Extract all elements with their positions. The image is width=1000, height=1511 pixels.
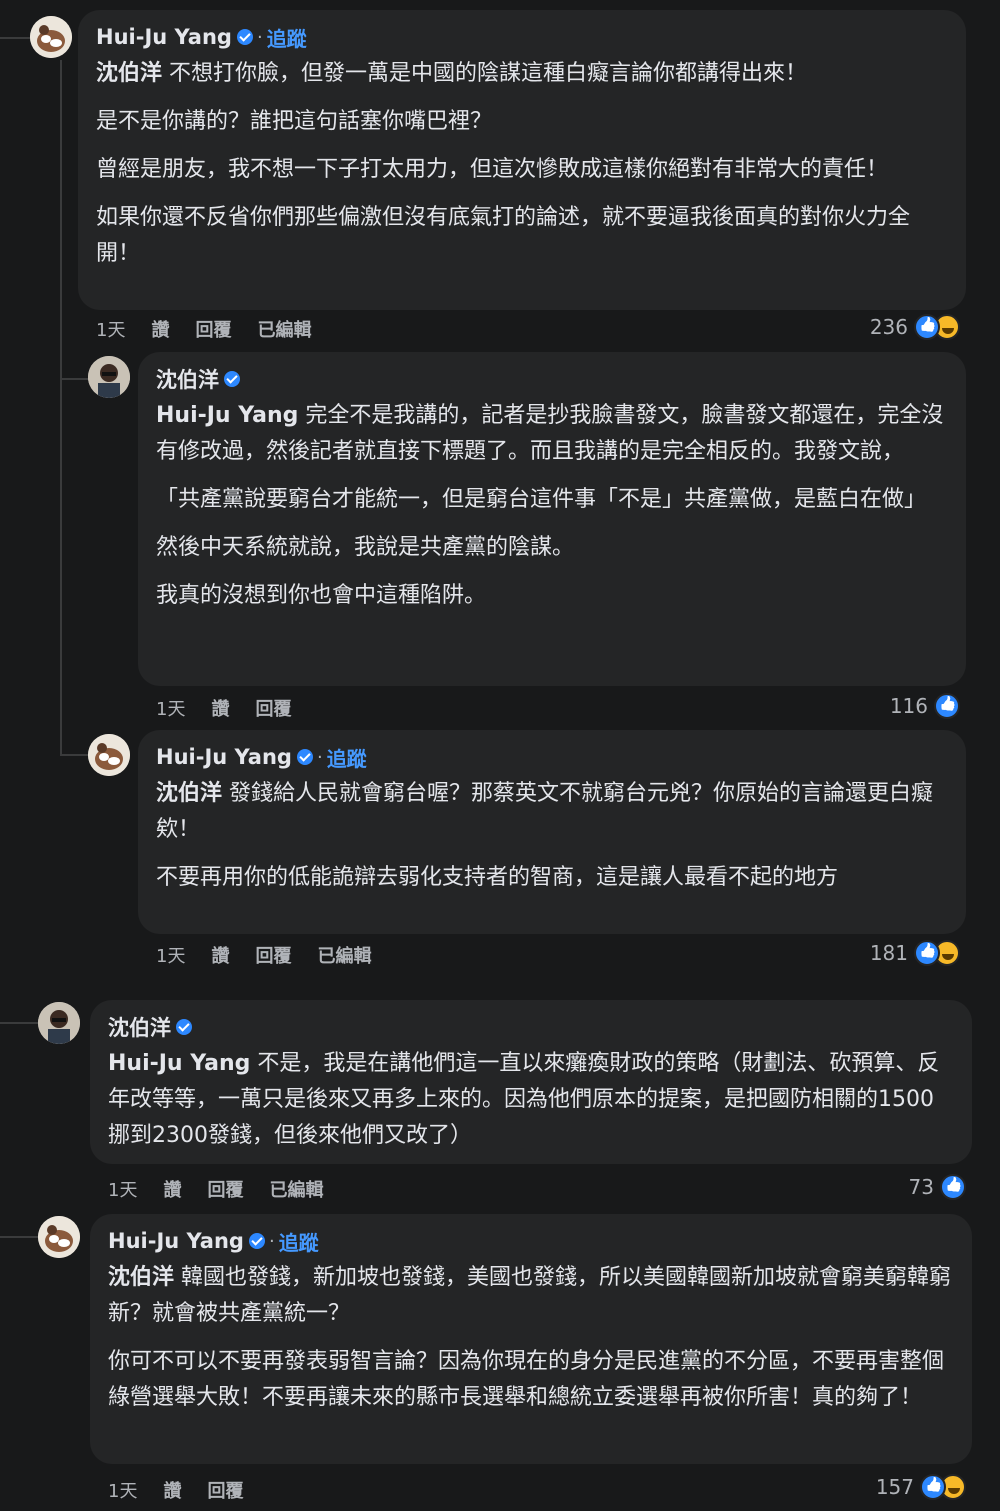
- thread-line: [60, 378, 62, 756]
- like-reaction-icon: [914, 314, 940, 340]
- reaction-summary[interactable]: 116: [890, 693, 960, 719]
- comment-actions: 1天 讚 回覆 已編輯: [96, 316, 311, 342]
- like-button[interactable]: 讚: [163, 1176, 181, 1202]
- reaction-summary[interactable]: 236: [870, 314, 960, 340]
- comment-paragraph: 我真的沒想到你也會中這種陷阱。: [156, 583, 487, 608]
- mention-link[interactable]: Hui-Ju Yang: [108, 1051, 250, 1076]
- reaction-count: 181: [869, 941, 908, 965]
- comment-age[interactable]: 1天: [156, 942, 185, 968]
- reply-button[interactable]: 回覆: [255, 695, 291, 721]
- comment-paragraph: 不要再用你的低能詭辯去弱化支持者的智商，這是讓人最看不起的地方: [156, 865, 839, 890]
- thread-line: [60, 60, 62, 380]
- comment-paragraph: Hui-Ju Yang 不是，我是在講他們這一直以來癱瘓財政的策略（財劃法、砍預…: [108, 1051, 940, 1148]
- reaction-count: 236: [869, 315, 908, 339]
- comment-header: Hui-Ju Yang · 追蹤: [156, 742, 948, 772]
- reaction-count: 116: [889, 694, 928, 718]
- comment-bubble: Hui-Ju Yang · 追蹤 沈伯洋 韓國也發錢，新加坡也發錢，美國也發錢，…: [90, 1214, 972, 1464]
- reaction-summary[interactable]: 181: [870, 940, 960, 966]
- comment-paragraph: 沈伯洋 不想打你臉，但發一萬是中國的陰謀這種白癡言論你都講得出來！: [96, 61, 808, 86]
- like-button[interactable]: 讚: [211, 695, 229, 721]
- follow-button[interactable]: 追蹤: [327, 743, 367, 772]
- thread-line: [0, 1022, 38, 1024]
- avatar[interactable]: [30, 16, 72, 58]
- like-button[interactable]: 讚: [163, 1477, 181, 1503]
- reaction-summary[interactable]: 73: [909, 1174, 966, 1200]
- edited-label[interactable]: 已編輯: [269, 1176, 323, 1202]
- author-name[interactable]: Hui-Ju Yang: [108, 1229, 244, 1253]
- comment-actions: 1天 讚 回覆: [108, 1477, 243, 1503]
- author-name[interactable]: Hui-Ju Yang: [96, 25, 232, 49]
- like-reaction-icon: [940, 1174, 966, 1200]
- comment-header: 沈伯洋: [156, 364, 948, 394]
- comment-actions: 1天 讚 回覆 已編輯: [156, 942, 371, 968]
- comment-paragraph: 然後中天系統就說，我說是共產黨的陰謀。: [156, 535, 575, 560]
- comment-paragraph: 曾經是朋友，我不想一下子打太用力，但這次慘敗成這樣你絕對有非常大的責任！: [96, 157, 889, 182]
- comment-header: Hui-Ju Yang · 追蹤: [96, 22, 948, 52]
- comment-paragraph: 是不是你講的？誰把這句話塞你嘴巴裡？: [96, 109, 493, 134]
- comment-paragraph: 「共產黨說要窮台才能統一，但是窮台這件事「不是」共產黨做，是藍白在做」: [156, 487, 927, 512]
- follow-button[interactable]: 追蹤: [279, 1227, 319, 1256]
- author-name[interactable]: 沈伯洋: [108, 1012, 171, 1042]
- comment-header: Hui-Ju Yang · 追蹤: [108, 1226, 954, 1256]
- comment-actions: 1天 讚 回覆: [156, 695, 291, 721]
- reply-button[interactable]: 回覆: [207, 1477, 243, 1503]
- thread-line: [60, 378, 90, 380]
- author-name[interactable]: Hui-Ju Yang: [156, 745, 292, 769]
- mention-link[interactable]: 沈伯洋: [96, 61, 162, 86]
- like-reaction-icon: [920, 1474, 946, 1500]
- comment-paragraph: 如果你還不反省你們那些偏激但沒有底氣打的論述，就不要逼我後面真的對你火力全開！: [96, 205, 911, 266]
- comment-actions: 1天 讚 回覆 已編輯: [108, 1176, 323, 1202]
- verified-badge-icon: [296, 749, 313, 765]
- verified-badge-icon: [248, 1233, 265, 1249]
- mention-link[interactable]: 沈伯洋: [156, 781, 222, 806]
- reaction-count: 157: [875, 1475, 914, 1499]
- comment-age[interactable]: 1天: [108, 1477, 137, 1503]
- comment-paragraph: 沈伯洋 韓國也發錢，新加坡也發錢，美國也發錢，所以美國韓國新加坡就會窮美窮韓窮新…: [108, 1265, 952, 1326]
- like-reaction-icon: [914, 940, 940, 966]
- reaction-count: 73: [908, 1175, 934, 1199]
- thread-line: [0, 1236, 38, 1238]
- follow-button[interactable]: 追蹤: [267, 23, 307, 52]
- comment-bubble: Hui-Ju Yang · 追蹤 沈伯洋 發錢給人民就會窮台喔？那蔡英文不就窮台…: [138, 730, 966, 934]
- avatar[interactable]: [38, 1216, 80, 1258]
- author-name[interactable]: 沈伯洋: [156, 364, 219, 394]
- verified-badge-icon: [236, 29, 253, 45]
- comment-paragraph: Hui-Ju Yang 完全不是我講的，記者是抄我臉書發文，臉書發文都還在，完全…: [156, 403, 944, 464]
- mention-link[interactable]: Hui-Ju Yang: [156, 403, 298, 428]
- avatar[interactable]: [38, 1002, 80, 1044]
- avatar[interactable]: [88, 734, 130, 776]
- thread-line: [60, 754, 90, 756]
- comment-header: 沈伯洋: [108, 1012, 954, 1042]
- verified-badge-icon: [224, 371, 240, 387]
- reply-button[interactable]: 回覆: [255, 942, 291, 968]
- like-reaction-icon: [934, 693, 960, 719]
- comment-age[interactable]: 1天: [96, 316, 125, 342]
- verified-badge-icon: [176, 1019, 192, 1035]
- comment-bubble: 沈伯洋 Hui-Ju Yang 完全不是我講的，記者是抄我臉書發文，臉書發文都還…: [138, 352, 966, 686]
- reply-button[interactable]: 回覆: [195, 316, 231, 342]
- comment-paragraph: 沈伯洋 發錢給人民就會窮台喔？那蔡英文不就窮台元兇？你原始的言論還更白癡欸！: [156, 781, 934, 842]
- thread-line: [0, 37, 30, 39]
- comment-age[interactable]: 1天: [108, 1176, 137, 1202]
- reaction-summary[interactable]: 157: [876, 1474, 966, 1500]
- edited-label[interactable]: 已編輯: [257, 316, 311, 342]
- comment-age[interactable]: 1天: [156, 695, 185, 721]
- edited-label[interactable]: 已編輯: [317, 942, 371, 968]
- avatar[interactable]: [88, 356, 130, 398]
- comment-bubble: 沈伯洋 Hui-Ju Yang 不是，我是在講他們這一直以來癱瘓財政的策略（財劃…: [90, 1000, 972, 1164]
- comment-bubble: Hui-Ju Yang · 追蹤 沈伯洋 不想打你臉，但發一萬是中國的陰謀這種白…: [78, 10, 966, 310]
- like-button[interactable]: 讚: [211, 942, 229, 968]
- like-button[interactable]: 讚: [151, 316, 169, 342]
- reply-button[interactable]: 回覆: [207, 1176, 243, 1202]
- comment-paragraph: 你可不可以不要再發表弱智言論？因為你現在的身分是民進黨的不分區，不要再害整個綠營…: [108, 1349, 945, 1410]
- mention-link[interactable]: 沈伯洋: [108, 1265, 174, 1290]
